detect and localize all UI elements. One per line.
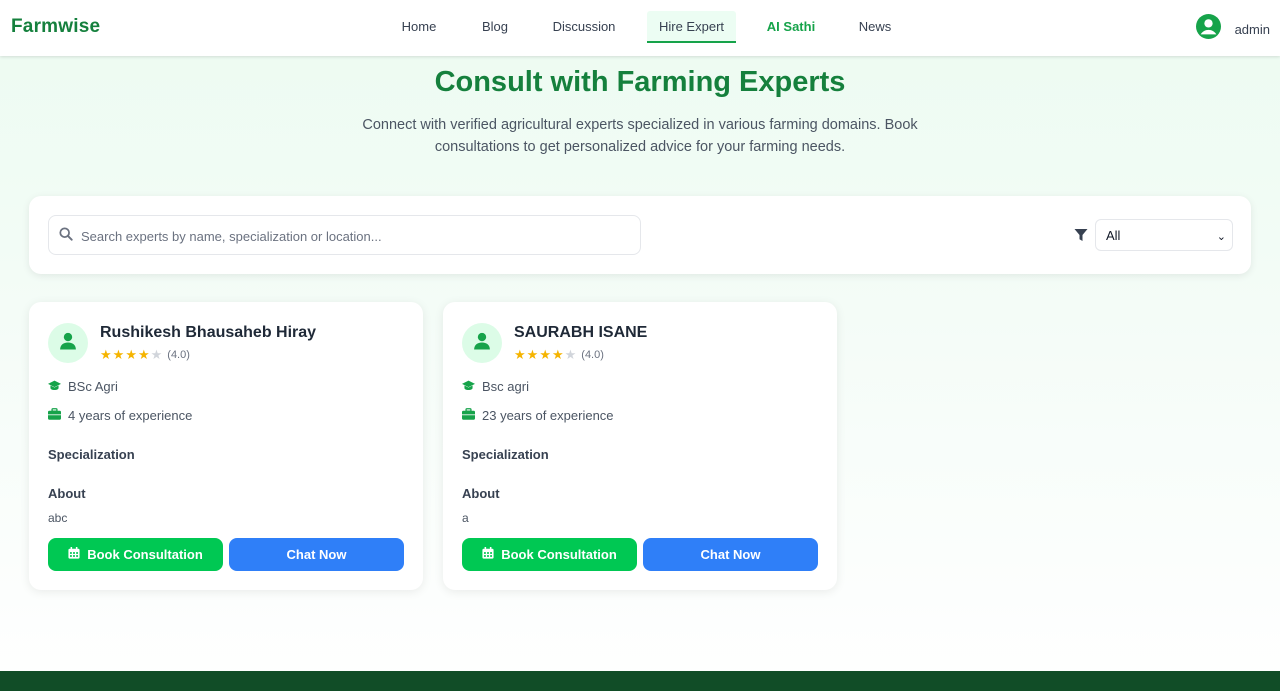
graduation-cap-icon [462,379,475,394]
main-nav: Home Blog Discussion Hire Expert AI Sath… [0,0,1280,56]
about-text: a [462,511,469,525]
expert-rating: ★ ★ ★ ★ ★ (4.0) [514,348,604,361]
rating-value: (4.0) [167,348,190,361]
about-label: About [462,486,500,501]
specialization-label: Specialization [48,447,135,462]
briefcase-icon [462,408,475,423]
book-consultation-label: Book Consultation [87,547,203,562]
expert-card: Rushikesh Bhausaheb Hiray ★ ★ ★ ★ ★ (4.0… [29,302,423,590]
expert-avatar [48,323,88,363]
experience-row: 4 years of experience [48,408,192,423]
chat-now-button[interactable]: Chat Now [643,538,818,571]
expert-avatar [462,323,502,363]
expert-rating: ★ ★ ★ ★ ★ (4.0) [100,348,190,361]
search-input[interactable] [81,224,621,248]
calendar-icon [68,547,80,562]
search-icon [59,227,73,246]
expert-card: SAURABH ISANE ★ ★ ★ ★ ★ (4.0) Bsc agri 2… [443,302,837,590]
graduation-cap-icon [48,379,61,394]
search-panel: All ⌄ [29,196,1251,274]
top-navbar: Farmwise Home Blog Discussion Hire Exper… [0,0,1280,56]
calendar-icon [482,547,494,562]
qualification-text: Bsc agri [482,379,529,394]
book-consultation-button[interactable]: Book Consultation [462,538,637,571]
page-footer [0,671,1280,691]
star-icon: ★ [137,347,150,362]
star-empty-icon: ★ [150,347,163,362]
star-icon: ★ [125,347,137,362]
user-circle-icon[interactable] [1195,14,1221,44]
chat-now-button[interactable]: Chat Now [229,538,404,571]
about-label: About [48,486,86,501]
chat-now-label: Chat Now [700,547,761,562]
qualification-row: BSc Agri [48,379,118,394]
nav-hire-expert[interactable]: Hire Expert [647,11,736,43]
about-text: abc [48,511,68,525]
book-consultation-button[interactable]: Book Consultation [48,538,223,571]
user-name[interactable]: admin [1235,22,1270,37]
star-icon: ★ [526,347,539,362]
page-title: Consult with Farming Experts [434,66,846,98]
nav-ai-sathi[interactable]: AI Sathi [760,11,822,43]
star-icon: ★ [551,347,564,362]
nav-blog[interactable]: Blog [472,11,518,43]
search-box[interactable] [48,215,641,255]
expert-name: SAURABH ISANE [514,324,648,341]
qualification-row: Bsc agri [462,379,529,394]
chevron-down-icon: ⌄ [1216,231,1226,243]
book-consultation-label: Book Consultation [501,547,617,562]
rating-value: (4.0) [581,348,604,361]
experience-row: 23 years of experience [462,408,614,423]
briefcase-icon [48,408,61,423]
star-icon: ★ [100,347,112,362]
filter-icon [1074,228,1088,247]
user-icon [473,332,491,355]
nav-discussion[interactable]: Discussion [544,11,624,43]
nav-home[interactable]: Home [392,11,446,43]
star-icon: ★ [514,347,526,362]
chat-now-label: Chat Now [286,547,347,562]
page-subtitle: Connect with verified agricultural exper… [362,117,918,155]
star-icon: ★ [539,347,551,362]
specialization-label: Specialization [462,447,549,462]
user-icon [59,332,77,355]
experience-text: 4 years of experience [68,408,193,423]
qualification-text: BSc Agri [68,379,118,394]
specialization-filter-select[interactable]: All ⌄ [1095,219,1233,251]
nav-news[interactable]: News [850,11,900,43]
experience-text: 23 years of experience [482,408,614,423]
star-icon: ★ [112,347,125,362]
filter-selected-value: All [1106,228,1121,243]
user-menu[interactable]: admin [1195,14,1270,44]
star-empty-icon: ★ [564,347,577,362]
expert-name: Rushikesh Bhausaheb Hiray [100,324,317,341]
